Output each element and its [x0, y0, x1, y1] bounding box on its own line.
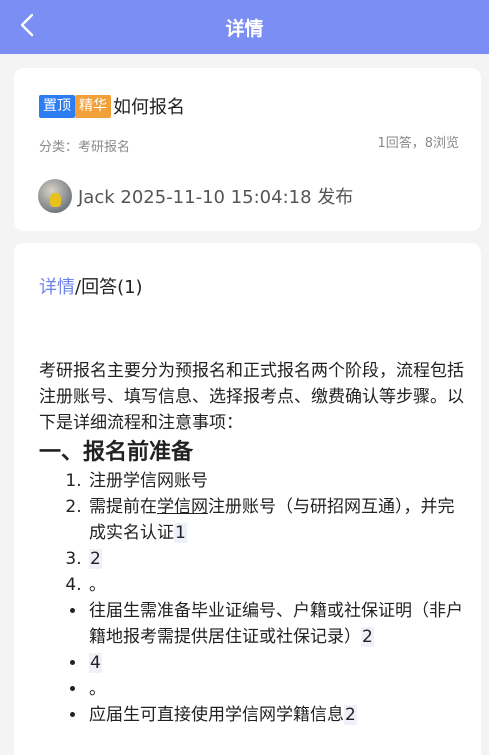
header-bar: 详情 [0, 0, 489, 54]
content-tabs: 详情/回答(1) [39, 273, 143, 299]
page-title: 详情 [225, 17, 264, 40]
list-item: 应届生可直接使用学信网学籍信息2 [87, 702, 469, 728]
citation-ref[interactable]: 4 [89, 653, 102, 673]
article-intro: 考研报名主要分为预报名和正式报名两个阶段，流程包括注册账号、填写信息、选择报考点… [39, 361, 464, 433]
post-category: 分类：考研报名 [39, 140, 131, 155]
list-item: 需提前在学信网注册账号（与研招网互通），并完成实名认证1 [87, 494, 469, 546]
tab-detail[interactable]: 详情 [39, 277, 75, 298]
list-item: 2 [87, 546, 469, 572]
list-item: 。 [87, 572, 469, 598]
section-heading: 一、报名前准备 [39, 440, 194, 465]
list-item-text: 。 [89, 679, 106, 699]
list-item: 往届生需准备毕业证编号、户籍或社保证明（非户籍地报考需提供居住证或社保记录）2 [87, 598, 469, 650]
tab-answers[interactable]: 回答(1) [81, 277, 143, 298]
citation-ref[interactable]: 1 [174, 523, 187, 543]
post-stats: 1回答，8浏览 [377, 136, 459, 151]
notes-list: 往届生需准备毕业证编号、户籍或社保证明（非户籍地报考需提供居住证或社保记录）2 … [87, 598, 469, 728]
back-arrow-icon[interactable] [14, 10, 40, 40]
citation-ref[interactable]: 2 [361, 627, 374, 647]
post-content-card: 详情/回答(1) 考研报名主要分为预报名和正式报名两个阶段，流程包括注册账号、填… [14, 243, 481, 755]
list-item: 。 [87, 676, 469, 702]
list-item-text: 往届生需准备毕业证编号、户籍或社保证明（非户籍地报考需提供居住证或社保记录） [89, 601, 463, 647]
author-line: Jack 2025-11-10 15:04:18 发布 [78, 187, 354, 208]
list-item-text: 需提前在 [89, 497, 157, 517]
list-item-text: 应届生可直接使用学信网学籍信息 [89, 705, 344, 725]
featured-badge: 精华 [75, 94, 111, 118]
article-body: 考研报名主要分为预报名和正式报名两个阶段，流程包括注册账号、填写信息、选择报考点… [39, 358, 469, 728]
xuexin-link[interactable]: 学信网 [157, 497, 208, 517]
list-item: 注册学信网账号 [87, 468, 469, 494]
steps-list: 注册学信网账号 需提前在学信网注册账号（与研招网互通），并完成实名认证1 2 。 [87, 468, 469, 598]
post-title-row: 置顶 精华 如何报名 [39, 93, 185, 119]
list-item-text: 。 [89, 575, 106, 595]
citation-ref[interactable]: 2 [344, 705, 357, 725]
avatar[interactable] [38, 179, 72, 213]
list-item-text: 注册学信网账号 [89, 471, 208, 491]
pinned-badge: 置顶 [39, 94, 75, 118]
post-title: 如何报名 [113, 97, 185, 118]
post-info-card: 置顶 精华 如何报名 分类：考研报名 1回答，8浏览 Jack 2025-11-… [14, 68, 481, 231]
list-item: 4 [87, 650, 469, 676]
citation-ref[interactable]: 2 [89, 549, 102, 569]
author-row: Jack 2025-11-10 15:04:18 发布 [38, 179, 353, 213]
